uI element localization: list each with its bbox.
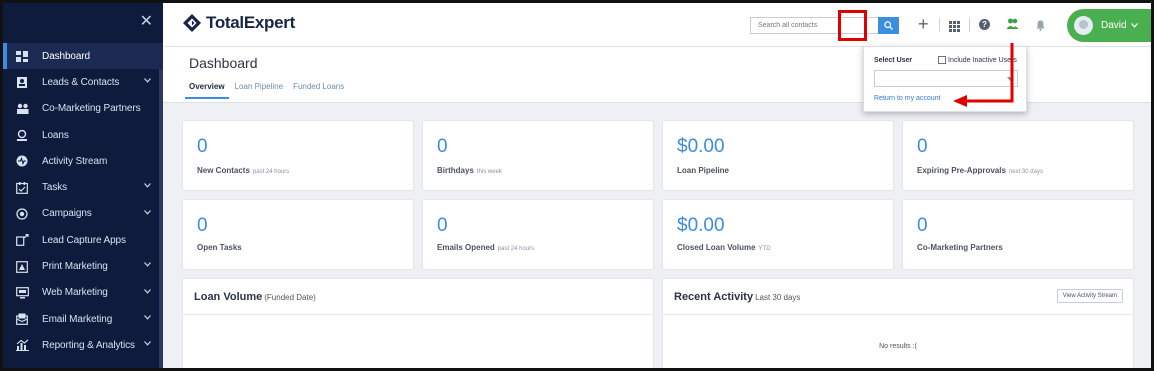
annotation-arrow (953, 43, 1014, 107)
app-window: ✕ Dashboard Leads & Contacts Co-Marketin… (0, 0, 1154, 371)
